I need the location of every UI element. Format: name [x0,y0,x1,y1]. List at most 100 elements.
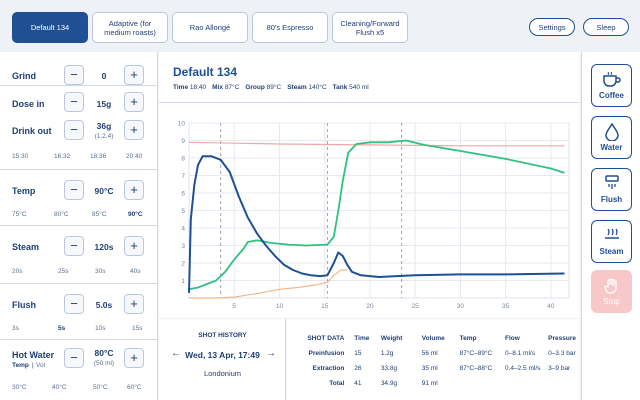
coffee-button[interactable]: Coffee [591,64,632,107]
drink-preset[interactable]: 15:30 [12,153,28,160]
x-tick-label: 10 [276,303,284,310]
y-tick-label: 4 [181,226,185,233]
hotwater-value: 80°C [94,348,114,358]
y-tick-label: 8 [181,156,185,163]
shot-history-panel: SHOT HISTORY ← Wed, 13 Apr, 17:49 → Lond… [159,319,286,400]
hotwater-temp-toggle[interactable]: Temp [12,362,29,369]
settings-button[interactable]: Settings [529,18,575,36]
tab-default-134[interactable]: Default 134 [12,12,88,43]
drink-value: 36g [96,121,112,131]
y-tick-label: 1 [181,278,185,285]
x-tick-label: 5 [232,303,236,310]
hotwater-preset[interactable]: 60°C [127,384,142,391]
grind-minus-button[interactable]: − [64,65,84,85]
temp-value: 90°C [94,186,114,196]
steam-preset[interactable]: 40s [130,268,140,275]
temp-preset-selected[interactable]: 90°C [128,211,143,218]
flush-icon [604,175,619,189]
grind-plus-button[interactable]: + [124,65,144,85]
hotwater-plus-button[interactable]: + [124,348,144,368]
x-tick-label: 15 [321,303,329,310]
stat-group: Group 89°C [245,84,282,91]
x-tick-label: 20 [366,303,374,310]
stop-button[interactable]: Stop [591,270,632,313]
flush-button[interactable]: Flush [591,168,632,211]
shot-chart: 1 2 3 4 5 6 7 8 9 10 5 10 15 20 25 30 35 40 [178,121,570,310]
drink-preset[interactable]: 20:40 [126,153,142,160]
stop-label: Stop [603,297,620,306]
shot-chart-area: 1 2 3 4 5 6 7 8 9 10 5 10 15 20 25 30 35 40 [159,102,580,318]
table-row: Extraction 26 33.8g 35 ml 87°C–88°C 0.4–… [312,365,571,372]
hotwater-preset[interactable]: 40°C [52,384,67,391]
steam-preset[interactable]: 25s [58,268,68,275]
steam-preset[interactable]: 30s [95,268,105,275]
steam-preset[interactable]: 20s [12,268,22,275]
y-tick-label: 7 [181,173,185,180]
temp-preset[interactable]: 80°C [54,211,69,218]
temp-preset[interactable]: 75°C [12,211,27,218]
grind-label: Grind [12,71,36,81]
x-tick-label: 35 [502,303,510,310]
history-next-arrow-icon[interactable]: → [266,348,276,359]
drink-plus-button[interactable]: + [124,120,144,140]
steam-row: Steam − 120s + 20s 25s 30s 40s [0,226,158,284]
x-tick-label: 30 [457,303,465,310]
water-button[interactable]: Water [591,116,632,159]
hotwater-minus-button[interactable]: − [64,348,84,368]
profile-panel: Default 134 Time 18:40 Mix 87°C Group 89… [159,52,580,318]
temp-plus-button[interactable]: + [124,180,144,200]
flush-minus-button[interactable]: − [64,294,84,314]
shot-data-table: SHOT DATA Time Weight Volume Temp Flow P… [295,330,580,391]
flush-preset[interactable]: 3s [12,325,19,332]
dose-row: Dose in − 15g + [0,86,158,114]
tab-adaptive[interactable]: Adaptive (for medium roasts) [92,12,168,43]
temp-row: Temp − 90°C + 75°C 80°C 85°C 90°C [0,170,158,226]
water-drop-icon [604,123,619,141]
sleep-button[interactable]: Sleep [583,18,629,36]
flush-action-label: Flush [600,195,623,204]
y-tick-label: 6 [181,191,185,198]
stat-tank: Tank 540 ml [332,84,369,91]
dose-minus-button[interactable]: − [64,92,84,112]
y-tick-label: 5 [181,208,185,215]
dose-value: 15g [96,99,112,109]
drink-preset[interactable]: 16:32 [54,153,70,160]
hotwater-preset[interactable]: 30°C [12,384,27,391]
tab-80s-espresso[interactable]: 80's Espresso [252,12,328,43]
steam-icon [604,228,619,239]
stat-time: Time 18:40 [173,84,207,91]
stat-mix: Mix 87°C [212,84,240,91]
shot-profile-name: Londonium [203,369,242,378]
temp-preset[interactable]: 85°C [92,211,107,218]
flush-preset[interactable]: 15s [132,325,142,332]
flush-plus-button[interactable]: + [124,294,144,314]
action-panel: Coffee Water Flush Steam Stop [581,52,640,400]
steam-label: Steam [12,242,40,252]
steam-minus-button[interactable]: − [64,236,84,256]
drink-row: Drink out − 36g (1:2.4) + 15:30 16:32 18… [0,114,158,170]
tab-cleaning[interactable]: Cleaning/Forward Flush x5 [332,12,408,43]
flush-preset-selected[interactable]: 5s [58,325,65,332]
steam-plus-button[interactable]: + [124,236,144,256]
top-bar: Default 134 Adaptive (for medium roasts)… [0,0,640,52]
grind-value: 0 [101,71,107,81]
water-label: Water [600,143,623,152]
machine-stats: Time 18:40 Mix 87°C Group 89°C Steam 140… [173,84,369,91]
shot-data-panel: SHOT DATA Time Weight Volume Temp Flow P… [287,319,580,400]
hand-stop-icon [603,278,617,294]
profile-title: Default 134 [173,65,238,79]
hotwater-preset[interactable]: 50°C [93,384,108,391]
table-row: Preinfusion 15 1.2g 56 ml 87°C–89°C 0–8.… [308,350,576,357]
y-tick-label: 2 [181,261,185,268]
steam-value: 120s [94,242,114,252]
stat-steam: Steam 140°C [287,84,327,91]
tab-rao-allonge[interactable]: Rao Allongé [172,12,248,43]
steam-button[interactable]: Steam [591,220,632,263]
dose-plus-button[interactable]: + [124,92,144,112]
drink-ratio: (1:2.4) [94,133,114,140]
drink-minus-button[interactable]: − [64,120,84,140]
temp-minus-button[interactable]: − [64,180,84,200]
flush-preset[interactable]: 10s [95,325,105,332]
hotwater-vol-toggle[interactable]: Vol [36,362,45,369]
drink-preset[interactable]: 18:36 [90,153,106,160]
